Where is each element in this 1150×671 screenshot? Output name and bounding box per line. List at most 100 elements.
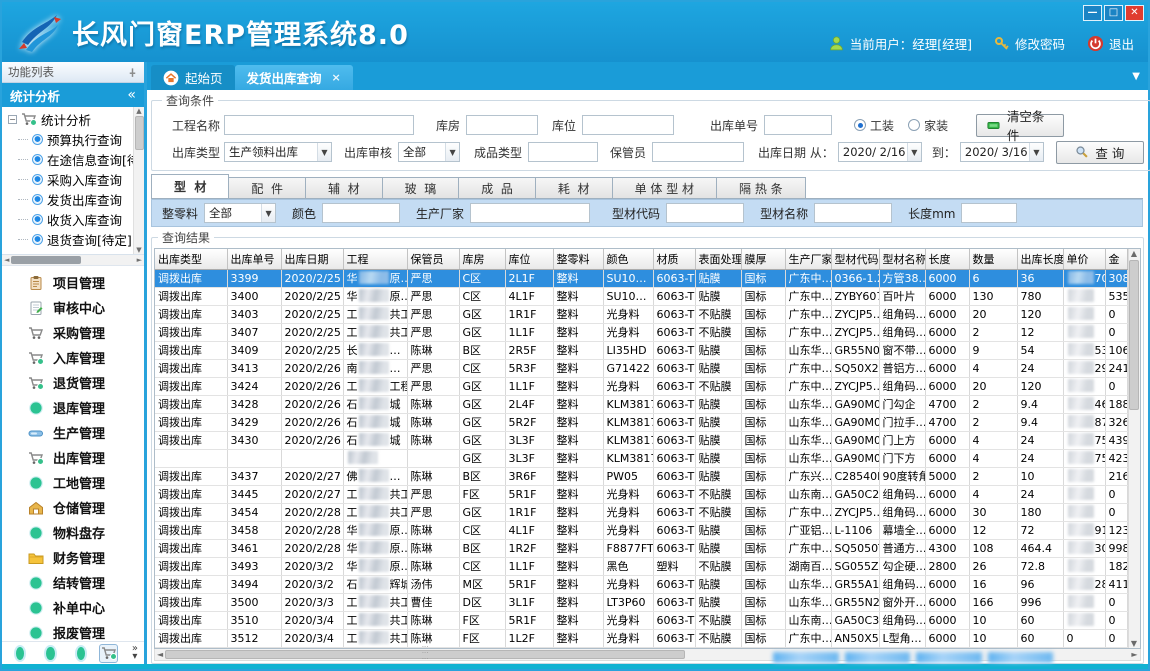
color-input[interactable] <box>322 203 400 223</box>
column-header[interactable]: 出库类型 <box>155 249 227 269</box>
column-header[interactable]: 型材名称 <box>879 249 925 269</box>
column-header[interactable]: 长度 <box>925 249 969 269</box>
collapse-icon[interactable]: « <box>127 87 136 103</box>
column-header[interactable]: 出库单号 <box>227 249 281 269</box>
clear-conditions-button[interactable]: 清空条件 <box>976 114 1064 137</box>
keeper-input[interactable] <box>652 142 744 162</box>
radio-jiazhuang[interactable]: 家装 <box>908 117 948 134</box>
sidebar-menu-item[interactable]: 出库管理 <box>2 445 144 470</box>
sidebar-menu-item[interactable]: 物料盘存 <box>2 520 144 545</box>
sidebar-menu-item[interactable]: 退货管理 <box>2 370 144 395</box>
table-row[interactable]: 调拨出库35122020/3/4工共工程陈琳F区1L2F整料光身料6063-T5… <box>155 629 1127 647</box>
column-header[interactable]: 生产厂家 <box>785 249 831 269</box>
table-row[interactable]: 调拨出库34002020/2/25华原…严思C区4L1F整料SU10…6063-… <box>155 287 1127 305</box>
manufacturer-input[interactable] <box>470 203 590 223</box>
cart-tool-button[interactable] <box>99 644 118 663</box>
sidebar-menu-item[interactable]: 项目管理 <box>2 270 144 295</box>
sidebar-menu-item[interactable]: 补单中心 <box>2 595 144 620</box>
column-header[interactable]: 库房 <box>459 249 505 269</box>
scroll-thumb[interactable] <box>1129 260 1139 410</box>
column-header[interactable]: 颜色 <box>603 249 653 269</box>
material-tab[interactable]: 配 件 <box>228 177 306 198</box>
tab-shipment-outbound-query[interactable]: 发货出库查询 × <box>235 65 353 90</box>
outbound-type-select[interactable]: 生产领料出库▼ <box>224 142 332 162</box>
column-header[interactable]: 出库日期 <box>281 249 343 269</box>
column-header[interactable]: 型材代码 <box>831 249 879 269</box>
table-row[interactable]: 调拨出库34942020/3/2石辉城汤伟M区5R1F整料光身料6063-T5贴… <box>155 575 1127 593</box>
tree-item[interactable]: 退库管理[待定] <box>2 249 133 254</box>
change-password[interactable]: 修改密码 <box>994 34 1065 53</box>
tab-close-icon[interactable]: × <box>332 71 341 84</box>
length-input[interactable] <box>961 203 1017 223</box>
scroll-right-icon[interactable]: ► <box>137 256 142 264</box>
table-row[interactable]: 调拨出库34292020/2/26石城陈琳G区5R2F整料KLM38176063… <box>155 413 1127 431</box>
material-tab[interactable]: 型 材 <box>151 174 229 198</box>
material-tab[interactable]: 单 体 型 材 <box>612 177 717 198</box>
pin-icon[interactable] <box>127 67 138 78</box>
sidebar-menu-item[interactable]: 退库管理 <box>2 395 144 420</box>
table-row[interactable]: 调拨出库34132020/2/26南…严思C区5R3F整料G714226063-… <box>155 359 1127 377</box>
tree-vertical-scrollbar[interactable]: ▲ ▼ <box>133 107 144 254</box>
green-dot-icon[interactable] <box>46 647 54 660</box>
table-row[interactable]: 调拨出库34092020/2/25长…陈琳B区2R5F整料LI35HD6063-… <box>155 341 1127 359</box>
tree-root[interactable]: − 统计分析 <box>2 109 133 129</box>
material-tab[interactable]: 隔 热 条 <box>716 177 806 198</box>
table-row[interactable]: G区3L3F整料KLM38176063-T5贴膜国标山东华…GA90M09.门下… <box>155 449 1127 467</box>
sidebar-menu-item[interactable]: 生产管理 <box>2 420 144 445</box>
scroll-thumb[interactable] <box>135 116 144 150</box>
scroll-left-icon[interactable]: ◄ <box>4 256 9 264</box>
tree-item[interactable]: 预算执行查询 <box>2 129 133 149</box>
table-row[interactable]: 调拨出库34242020/2/26工工程严思G区1L1F整料光身料6063-T5… <box>155 377 1127 395</box>
material-tab[interactable]: 辅 材 <box>305 177 383 198</box>
column-header[interactable]: 数量 <box>969 249 1017 269</box>
tree-expander-icon[interactable]: − <box>8 115 17 124</box>
table-row[interactable]: 调拨出库35002020/3/3工共工程曹佳D区3L1F整料LT3P606063… <box>155 593 1127 611</box>
maximize-button[interactable]: □ <box>1104 5 1123 21</box>
close-button[interactable]: ✕ <box>1125 5 1144 21</box>
profile-code-input[interactable] <box>666 203 744 223</box>
table-row[interactable]: 调拨出库34542020/2/28工共工程严思G区1R1F整料光身料6063-T… <box>155 503 1127 521</box>
table-row[interactable]: 调拨出库34282020/2/26石城陈琳G区2L4F整料KLM38176063… <box>155 395 1127 413</box>
sidebar-menu-item[interactable]: 报废管理 <box>2 620 144 641</box>
column-header[interactable]: 膜厚 <box>741 249 785 269</box>
radio-gongzhuang[interactable]: 工装 <box>854 117 894 134</box>
project-name-input[interactable] <box>224 115 414 135</box>
column-header[interactable]: 金 <box>1105 249 1127 269</box>
table-row[interactable]: 调拨出库34072020/2/25工共工程严思G区1L1F整料光身料6063-T… <box>155 323 1127 341</box>
audit-select[interactable]: 全部▼ <box>398 142 460 162</box>
column-header[interactable]: 工程 <box>343 249 407 269</box>
tree-item[interactable]: 收货入库查询 <box>2 209 133 229</box>
column-header[interactable]: 出库长度 <box>1017 249 1063 269</box>
scroll-thumb[interactable] <box>11 256 81 264</box>
warehouse-input[interactable] <box>466 115 538 135</box>
sidebar-menu-item[interactable]: 采购管理 <box>2 320 144 345</box>
location-input[interactable] <box>582 115 674 135</box>
column-header[interactable]: 库位 <box>505 249 553 269</box>
product-type-input[interactable] <box>528 142 598 162</box>
green-dot-icon[interactable] <box>16 647 24 660</box>
minimize-button[interactable]: — <box>1083 5 1102 21</box>
scroll-down-icon[interactable]: ▼ <box>1131 639 1137 648</box>
table-row[interactable]: 调拨出库34582020/2/28华原…陈琳C区4L1F整料光身料6063-T5… <box>155 521 1127 539</box>
green-dot-icon[interactable] <box>77 647 85 660</box>
material-tab[interactable]: 成 品 <box>458 177 536 198</box>
sidebar-menu-item[interactable]: 结转管理 <box>2 570 144 595</box>
tree-item[interactable]: 退货查询[待定] <box>2 229 133 249</box>
column-header[interactable]: 单价 <box>1063 249 1105 269</box>
sidebar-menu-item[interactable]: 财务管理 <box>2 545 144 570</box>
tree-item[interactable]: 在途信息查询[待定] <box>2 149 133 169</box>
sidebar-menu-item[interactable]: 仓储管理 <box>2 495 144 520</box>
tree-item[interactable]: 采购入库查询 <box>2 169 133 189</box>
order-no-input[interactable] <box>764 115 832 135</box>
tree-horizontal-scrollbar[interactable]: ◄ ► <box>2 255 144 266</box>
material-tab[interactable]: 耗 材 <box>535 177 613 198</box>
column-header[interactable]: 整零料 <box>553 249 603 269</box>
table-row[interactable]: 调拨出库34032020/2/25工共工程严思G区1R1F整料光身料6063-T… <box>155 305 1127 323</box>
logout[interactable]: 退出 <box>1087 34 1134 53</box>
sidebar-menu-item[interactable]: 工地管理 <box>2 470 144 495</box>
sidebar-menu-item[interactable]: 审核中心 <box>2 295 144 320</box>
tab-home[interactable]: 起始页 <box>151 65 235 90</box>
more-chevron-icon[interactable]: »▾ <box>132 645 138 661</box>
table-row[interactable]: 调拨出库34372020/2/27佛…陈琳B区3R6F整料PW056063-T5… <box>155 467 1127 485</box>
scroll-up-icon[interactable]: ▲ <box>136 107 141 115</box>
